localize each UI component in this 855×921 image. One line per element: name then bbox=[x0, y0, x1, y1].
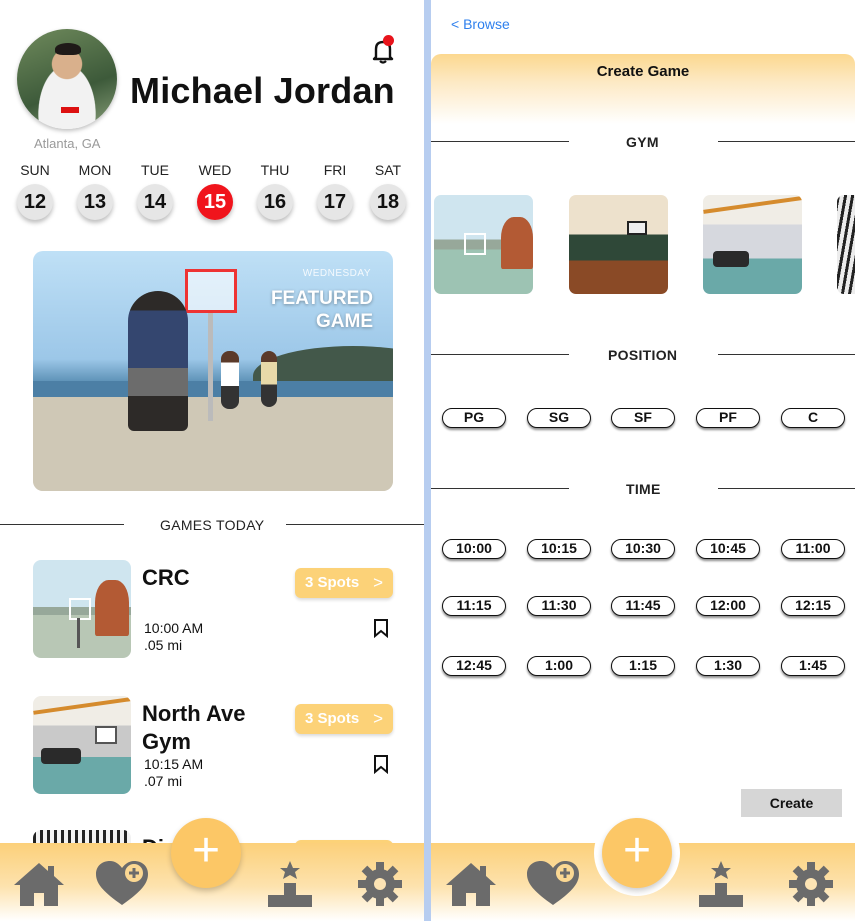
position-pill-sf[interactable]: SF bbox=[611, 408, 675, 428]
bookmark-icon[interactable] bbox=[372, 618, 390, 638]
time-pill[interactable]: 10:15 bbox=[527, 539, 591, 559]
time-pill[interactable]: 1:45 bbox=[781, 656, 845, 676]
create-game-header: Create Game bbox=[431, 54, 855, 124]
day-sat[interactable]: SAT 18 bbox=[361, 162, 415, 220]
leaderboard-icon[interactable] bbox=[262, 859, 318, 909]
game-time: 10:15 AM bbox=[144, 756, 204, 772]
game-thumbnail bbox=[33, 696, 131, 794]
heart-plus-icon[interactable] bbox=[525, 859, 581, 909]
create-game-title: Create Game bbox=[596, 63, 690, 80]
position-heading: POSITION bbox=[608, 347, 678, 363]
spots-button[interactable]: 3 Spots > bbox=[295, 568, 393, 598]
position-pill-sg[interactable]: SG bbox=[527, 408, 591, 428]
time-pill[interactable]: 11:00 bbox=[781, 539, 845, 559]
games-today-heading: GAMES TODAY bbox=[160, 517, 265, 533]
featured-game-card[interactable]: WEDNESDAY FEATURED GAME bbox=[33, 251, 393, 491]
gym-option[interactable] bbox=[837, 195, 855, 294]
game-card-crc[interactable]: CRC 10:00 AM .05 mi 3 Spots > bbox=[33, 560, 398, 660]
create-button[interactable]: Create bbox=[741, 789, 842, 817]
user-location: Atlanta, GA bbox=[34, 136, 101, 151]
gym-option[interactable] bbox=[434, 195, 533, 294]
game-name: North Ave Gym bbox=[142, 701, 246, 754]
game-card-north-ave-gym[interactable]: North Ave Gym 10:15 AM .07 mi 3 Spots > bbox=[33, 696, 398, 796]
divider bbox=[718, 354, 855, 355]
day-mon[interactable]: MON 13 bbox=[68, 162, 122, 220]
divider bbox=[431, 141, 569, 142]
gym-option[interactable] bbox=[703, 195, 802, 294]
time-pill[interactable]: 1:15 bbox=[611, 656, 675, 676]
day-tue[interactable]: TUE 14 bbox=[128, 162, 182, 220]
home-icon[interactable] bbox=[11, 859, 67, 909]
day-sun[interactable]: SUN 12 bbox=[8, 162, 62, 220]
time-pill[interactable]: 12:15 bbox=[781, 596, 845, 616]
time-pill[interactable]: 11:15 bbox=[442, 596, 506, 616]
divider bbox=[718, 141, 855, 142]
featured-title: FEATURED GAME bbox=[270, 288, 373, 332]
user-name: Michael Jordan bbox=[130, 70, 395, 111]
time-pill[interactable]: 10:30 bbox=[611, 539, 675, 559]
divider bbox=[718, 488, 855, 489]
featured-photo bbox=[128, 291, 188, 431]
day-thu[interactable]: THU 16 bbox=[248, 162, 302, 220]
position-pill-pg[interactable]: PG bbox=[442, 408, 506, 428]
home-icon[interactable] bbox=[443, 859, 499, 909]
settings-icon[interactable] bbox=[352, 859, 408, 909]
divider bbox=[431, 354, 569, 355]
divider bbox=[286, 524, 424, 525]
add-game-button[interactable]: + bbox=[602, 818, 672, 888]
create-game-screen: < Browse Create Game GYM POSITION PG SG … bbox=[431, 0, 855, 921]
leaderboard-icon[interactable] bbox=[693, 859, 749, 909]
time-pill[interactable]: 12:00 bbox=[696, 596, 760, 616]
position-pill-pf[interactable]: PF bbox=[696, 408, 760, 428]
game-name: CRC bbox=[142, 565, 190, 590]
game-distance: .05 mi bbox=[144, 637, 183, 653]
day-fri[interactable]: FRI 17 bbox=[308, 162, 362, 220]
bookmark-icon[interactable] bbox=[372, 754, 390, 774]
settings-icon[interactable] bbox=[783, 859, 839, 909]
back-browse-link[interactable]: < Browse bbox=[451, 16, 510, 32]
time-pill[interactable]: 1:30 bbox=[696, 656, 760, 676]
gym-heading: GYM bbox=[626, 134, 659, 150]
divider bbox=[431, 488, 569, 489]
time-heading: TIME bbox=[626, 481, 661, 497]
home-screen: Michael Jordan Atlanta, GA SUN 12 MON 13… bbox=[0, 0, 424, 921]
add-game-button[interactable]: + bbox=[171, 818, 241, 888]
time-pill[interactable]: 10:00 bbox=[442, 539, 506, 559]
time-pill[interactable]: 12:45 bbox=[442, 656, 506, 676]
game-time: 10:00 AM bbox=[144, 620, 204, 636]
time-pill[interactable]: 1:00 bbox=[527, 656, 591, 676]
gym-option[interactable] bbox=[569, 195, 668, 294]
time-pill[interactable]: 10:45 bbox=[696, 539, 760, 559]
time-pill[interactable]: 11:45 bbox=[611, 596, 675, 616]
game-distance: .07 mi bbox=[144, 773, 183, 789]
notification-dot bbox=[383, 35, 394, 46]
time-pill[interactable]: 11:30 bbox=[527, 596, 591, 616]
spots-button[interactable]: 3 Spots > bbox=[295, 704, 393, 734]
game-thumbnail bbox=[33, 560, 131, 658]
featured-day: WEDNESDAY bbox=[302, 268, 371, 279]
panel-divider bbox=[424, 0, 431, 921]
position-pill-c[interactable]: C bbox=[781, 408, 845, 428]
heart-plus-icon[interactable] bbox=[94, 859, 150, 909]
avatar[interactable] bbox=[17, 29, 117, 129]
divider bbox=[0, 524, 124, 525]
day-wed-selected[interactable]: WED 15 bbox=[188, 162, 242, 220]
